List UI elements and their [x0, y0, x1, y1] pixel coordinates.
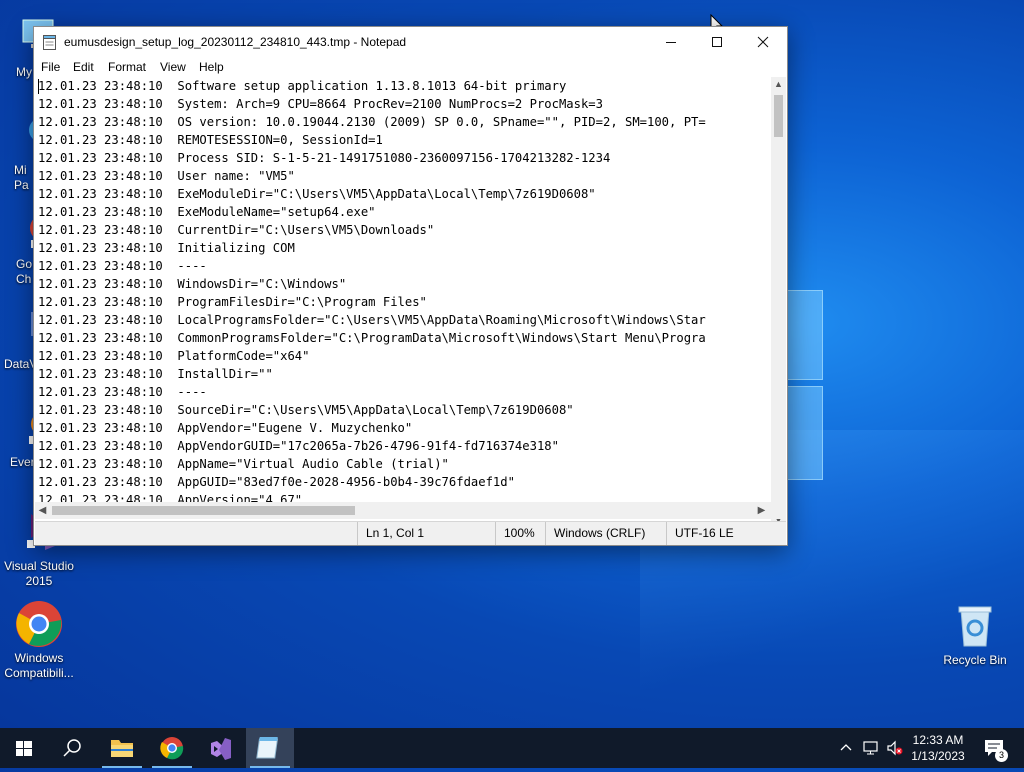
desktop-icon-label: Recycle Bin — [943, 653, 1007, 667]
notepad-icon — [43, 35, 56, 50]
action-center-button[interactable]: 3 — [976, 728, 1024, 768]
horizontal-scroll-thumb[interactable] — [52, 506, 355, 515]
status-cursor-position: Ln 1, Col 1 — [357, 522, 476, 545]
taskbar-clock[interactable]: 12:33 AM 1/13/2023 — [905, 732, 971, 764]
minimize-button[interactable] — [648, 27, 694, 57]
clock-date: 1/13/2023 — [911, 749, 965, 763]
windows-start-icon — [16, 741, 32, 756]
chrome-icon — [15, 600, 63, 648]
text-line: 12.01.23 23:48:10 ProgramFilesDir="C:\Pr… — [38, 295, 427, 309]
taskbar-file-explorer[interactable] — [98, 728, 146, 768]
text-line: 12.01.23 23:48:10 ---- — [38, 385, 207, 399]
scroll-up-arrow-icon[interactable]: ▲ — [771, 79, 786, 89]
volume-muted-icon[interactable] — [886, 740, 904, 756]
status-zoom: 100% — [495, 522, 542, 545]
search-icon — [63, 739, 81, 757]
menu-edit[interactable]: Edit — [73, 60, 94, 74]
status-encoding: UTF-16 LE — [666, 522, 785, 545]
scrollbar-corner — [771, 502, 786, 519]
menu-view[interactable]: View — [160, 60, 186, 74]
visual-studio-icon — [211, 738, 231, 760]
clock-time: 12:33 AM — [912, 733, 964, 747]
text-line: 12.01.23 23:48:10 ExeModuleDir="C:\Users… — [38, 187, 596, 201]
desktop-icon-windows-compatibility[interactable]: Windows Compatibili... — [0, 600, 78, 681]
system-tray — [836, 728, 906, 768]
recycle-bin-icon — [951, 602, 999, 650]
text-line: 12.01.23 23:48:10 InstallDir="" — [38, 367, 273, 381]
vertical-scrollbar[interactable]: ▲ ▼ — [771, 77, 786, 530]
menu-file[interactable]: File — [41, 60, 60, 74]
text-line: 12.01.23 23:48:10 System: Arch=9 CPU=866… — [38, 97, 603, 111]
vertical-scroll-thumb[interactable] — [774, 95, 783, 137]
desktop-icon-label: Mi Pa — [14, 163, 29, 192]
taskbar-visual-studio[interactable] — [197, 728, 245, 768]
text-line: 12.01.23 23:48:10 AppVendor="Eugene V. M… — [38, 421, 413, 435]
chrome-icon — [160, 737, 184, 760]
notepad-icon — [256, 737, 279, 759]
text-line: 12.01.23 23:48:10 ExeModuleName="setup64… — [38, 205, 376, 219]
desktop-icon-recycle-bin[interactable]: Recycle Bin — [936, 602, 1014, 668]
text-line: 12.01.23 23:48:10 REMOTESESSION=0, Sessi… — [38, 133, 383, 147]
notification-count-badge: 3 — [995, 749, 1008, 762]
desktop-icon-label: Visual Studio 2015 — [4, 559, 74, 588]
start-button[interactable] — [0, 728, 48, 768]
title-bar[interactable]: eumusdesign_setup_log_20230112_234810_44… — [34, 27, 787, 57]
status-line-ending: Windows (CRLF) — [545, 522, 664, 545]
text-line: 12.01.23 23:48:10 CurrentDir="C:\Users\V… — [38, 223, 435, 237]
text-line: 12.01.23 23:48:10 AppGUID="83ed7f0e-2028… — [38, 475, 515, 489]
maximize-button[interactable] — [694, 27, 740, 57]
text-line: 12.01.23 23:48:10 AppName="Virtual Audio… — [38, 457, 449, 471]
text-line: 12.01.23 23:48:10 WindowsDir="C:\Windows… — [38, 277, 347, 291]
window-title: eumusdesign_setup_log_20230112_234810_44… — [64, 35, 407, 49]
desktop-icon-label: Go Ch — [16, 257, 33, 286]
notepad-window: eumusdesign_setup_log_20230112_234810_44… — [33, 26, 788, 546]
status-bar: Ln 1, Col 1 100% Windows (CRLF) UTF-16 L… — [35, 521, 786, 545]
horizontal-scrollbar[interactable]: ◀ ▶ — [35, 502, 771, 519]
menu-help[interactable]: Help — [199, 60, 224, 74]
text-caret — [38, 79, 39, 94]
menu-format[interactable]: Format — [108, 60, 146, 74]
text-line: 12.01.23 23:48:10 CommonProgramsFolder="… — [38, 331, 706, 345]
text-line: 12.01.23 23:48:10 User name: "VM5" — [38, 169, 295, 183]
network-icon[interactable] — [862, 740, 880, 756]
taskbar-notepad[interactable] — [246, 728, 294, 768]
taskbar: 12:33 AM 1/13/2023 3 — [0, 728, 1024, 768]
menu-bar: File Edit Format View Help — [34, 57, 787, 77]
close-button[interactable] — [740, 27, 786, 57]
text-line: 12.01.23 23:48:10 Initializing COM — [38, 241, 295, 255]
minimize-icon — [666, 41, 676, 43]
search-button[interactable] — [48, 728, 96, 768]
folder-icon — [111, 740, 133, 757]
chevron-up-icon[interactable] — [840, 742, 852, 752]
text-line: 12.01.23 23:48:10 SourceDir="C:\Users\VM… — [38, 403, 574, 417]
desktop-icon-label: Windows Compatibili... — [4, 651, 74, 680]
text-line: 12.01.23 23:48:10 ---- — [38, 259, 207, 273]
wallpaper-windows-logo — [785, 290, 825, 480]
text-line: 12.01.23 23:48:10 OS version: 10.0.19044… — [38, 115, 706, 129]
taskbar-chrome[interactable] — [148, 728, 196, 768]
close-icon — [757, 36, 769, 48]
scroll-right-arrow-icon[interactable]: ▶ — [754, 502, 769, 519]
scroll-left-arrow-icon[interactable]: ◀ — [35, 502, 50, 519]
text-line: 12.01.23 23:48:10 LocalProgramsFolder="C… — [38, 313, 706, 327]
text-line: 12.01.23 23:48:10 PlatformCode="x64" — [38, 349, 310, 363]
text-line: 12.01.23 23:48:10 Software setup applica… — [38, 79, 567, 93]
text-line: 12.01.23 23:48:10 Process SID: S-1-5-21-… — [38, 151, 611, 165]
maximize-icon — [712, 36, 722, 47]
text-line: 12.01.23 23:48:10 AppVendorGUID="17c2065… — [38, 439, 559, 453]
text-editor[interactable]: 12.01.23 23:48:10 Software setup applica… — [35, 77, 771, 530]
